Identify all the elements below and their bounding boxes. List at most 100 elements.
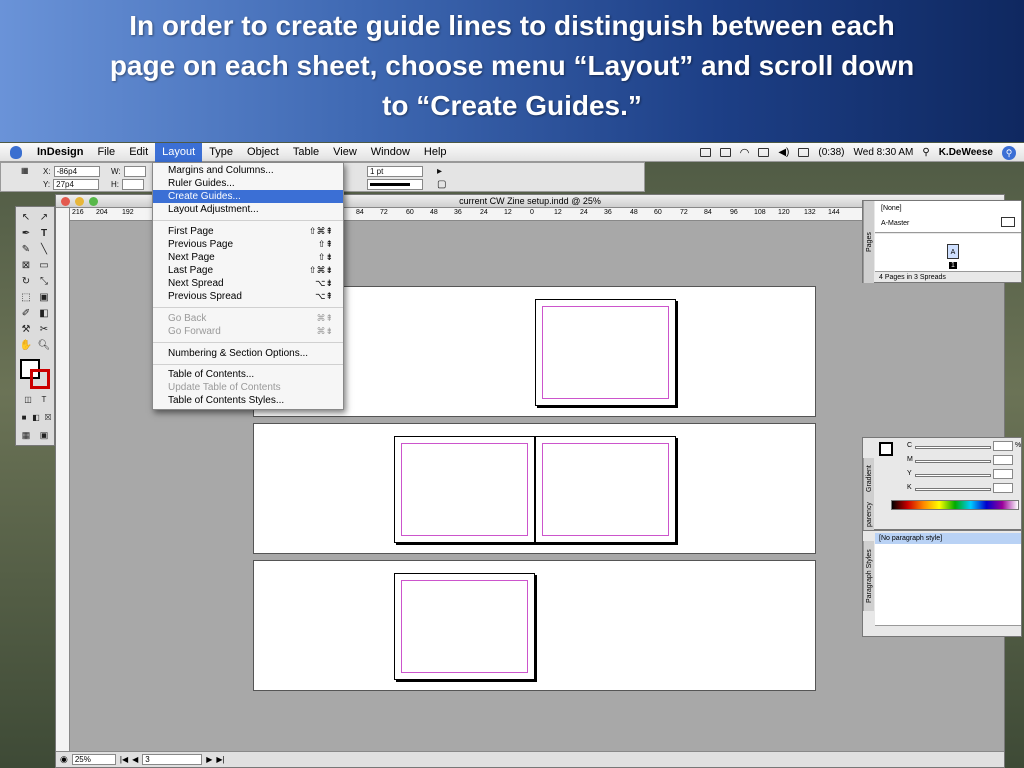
next-page-icon[interactable]: ▶ — [206, 755, 212, 764]
spotlight-icon[interactable]: ⚲ — [1002, 145, 1016, 160]
preview-view-icon[interactable]: ▣ — [36, 429, 52, 442]
first-page-icon[interactable]: |◀ — [120, 755, 128, 764]
clock[interactable]: Wed 8:30 AM — [854, 147, 914, 158]
a-master[interactable]: A-Master — [881, 220, 909, 227]
menu-item-first-page[interactable]: First Page ⇧⌘⇞ — [153, 225, 343, 238]
close-button[interactable] — [61, 197, 70, 206]
menu-item-ruler-guides[interactable]: Ruler Guides... — [153, 177, 343, 190]
preview-mode-icon[interactable]: ◉ — [60, 754, 68, 765]
none-master[interactable]: [None] — [881, 205, 902, 212]
eyedropper-tool-icon[interactable]: ✐ — [18, 307, 34, 320]
h-field[interactable] — [122, 179, 144, 190]
spread-3[interactable] — [253, 560, 816, 691]
user-name[interactable]: K.DeWeese — [939, 147, 993, 158]
menu-item-layout-adjustment[interactable]: Layout Adjustment... — [153, 203, 343, 216]
free-transform-tool-icon[interactable]: ⬚ — [18, 291, 34, 304]
menu-window[interactable]: Window — [364, 143, 417, 162]
reference-point-icon[interactable]: ▦ — [21, 166, 29, 175]
fast-user-switch-icon[interactable]: ⚲ — [922, 147, 929, 158]
vertical-ruler[interactable] — [56, 208, 70, 751]
value-c[interactable] — [993, 441, 1013, 451]
button-tool-icon[interactable]: ◧ — [36, 307, 52, 320]
spread-2[interactable] — [253, 423, 816, 554]
value-k[interactable] — [993, 483, 1013, 493]
menu-item-next-page[interactable]: Next Page ⇧⇟ — [153, 251, 343, 264]
apple-menu-icon[interactable] — [10, 145, 22, 159]
formatting-container-icon[interactable]: ◫ — [20, 393, 36, 406]
stroke-type-select[interactable] — [367, 179, 423, 190]
app-menu[interactable]: InDesign — [30, 143, 90, 162]
normal-view-icon[interactable]: ▦ — [18, 429, 34, 442]
slider-y[interactable] — [915, 474, 991, 477]
page-thumbnail[interactable]: A — [947, 244, 959, 259]
prev-page-icon[interactable]: ◀ — [132, 755, 138, 764]
selection-tool-icon[interactable]: ↖ — [18, 211, 34, 224]
scale-tool-icon[interactable]: ⤡ — [36, 275, 52, 288]
volume-icon[interactable]: ◀) — [778, 147, 789, 158]
menu-item-toc-styles[interactable]: Table of Contents Styles... — [153, 394, 343, 407]
menu-table[interactable]: Table — [286, 143, 326, 162]
tab-gradient[interactable]: Gradient — [863, 458, 874, 500]
tab-pages[interactable]: Pages — [863, 201, 874, 283]
zoom-button[interactable] — [89, 197, 98, 206]
page[interactable] — [394, 573, 535, 680]
line-tool-icon[interactable]: ╲ — [36, 243, 52, 256]
gradient-tool-icon[interactable]: ▣ — [36, 291, 52, 304]
bluetooth-icon[interactable] — [719, 148, 731, 157]
menu-object[interactable]: Object — [240, 143, 286, 162]
menu-layout[interactable]: Layout — [155, 142, 203, 162]
paragraph-style-item[interactable]: [No paragraph style] — [875, 533, 1021, 544]
zoom-tool-icon[interactable]: 🔍︎ — [36, 339, 52, 352]
menu-item-create-guides[interactable]: Create Guides... — [153, 190, 343, 203]
stroke-swatch[interactable] — [30, 369, 50, 389]
display-icon[interactable] — [758, 148, 770, 157]
w-field[interactable] — [123, 166, 146, 177]
slider-c[interactable] — [915, 446, 991, 449]
menu-item-previous-spread[interactable]: Previous Spread ⌥⇞ — [153, 290, 343, 303]
menu-item-previous-page[interactable]: Previous Page ⇧⇞ — [153, 238, 343, 251]
menu-type[interactable]: Type — [202, 143, 240, 162]
hand-tool-icon[interactable]: ✋ — [18, 339, 34, 352]
play-icon[interactable]: ▸ — [437, 166, 442, 177]
frame-fit-icon[interactable]: ▢ — [437, 179, 446, 190]
menu-edit[interactable]: Edit — [122, 143, 155, 162]
y-field[interactable]: 27p4 — [53, 179, 100, 190]
scissors-tool-icon[interactable]: ✂ — [36, 323, 52, 336]
menu-item-last-page[interactable]: Last Page ⇧⌘⇟ — [153, 264, 343, 277]
color-ramp[interactable] — [891, 500, 1019, 510]
master-spread-icon[interactable] — [1001, 217, 1015, 227]
tab-transparency[interactable]: parency — [863, 500, 874, 530]
apply-none-icon[interactable]: ☒ — [40, 411, 56, 424]
value-y[interactable] — [993, 469, 1013, 479]
menu-item-next-spread[interactable]: Next Spread ⌥⇟ — [153, 277, 343, 290]
menu-item-toc[interactable]: Table of Contents... — [153, 368, 343, 381]
zoom-field[interactable]: 25% — [71, 754, 116, 765]
measure-tool-icon[interactable]: ⚒ — [18, 323, 34, 336]
value-m[interactable] — [993, 455, 1013, 465]
page[interactable] — [535, 436, 676, 543]
rectangle-tool-icon[interactable]: ▭ — [36, 259, 52, 272]
color-fill-swatch[interactable] — [879, 442, 893, 456]
rotate-tool-icon[interactable]: ↻ — [18, 275, 34, 288]
page-field[interactable]: 3 — [142, 754, 203, 765]
pen-tool-icon[interactable]: ✒ — [18, 227, 34, 240]
stroke-weight-field[interactable]: 1 pt — [367, 166, 423, 177]
formatting-text-icon[interactable]: T — [36, 393, 52, 406]
slider-m[interactable] — [915, 460, 991, 463]
frame-tool-icon[interactable]: ⊠ — [18, 259, 34, 272]
script-menu-icon[interactable] — [699, 148, 711, 157]
type-tool-icon[interactable]: T — [36, 227, 52, 240]
battery-icon[interactable] — [798, 148, 810, 157]
menu-view[interactable]: View — [326, 143, 364, 162]
pencil-tool-icon[interactable]: ✎ — [18, 243, 34, 256]
menu-item-numbering-section[interactable]: Numbering & Section Options... — [153, 347, 343, 360]
menu-help[interactable]: Help — [417, 143, 454, 162]
minimize-button[interactable] — [75, 197, 84, 206]
last-page-icon[interactable]: ▶| — [216, 755, 224, 764]
menu-file[interactable]: File — [90, 143, 122, 162]
page[interactable] — [535, 299, 676, 406]
menu-item-margins-columns[interactable]: Margins and Columns... — [153, 164, 343, 177]
x-field[interactable]: -86p4 — [53, 166, 100, 177]
tab-paragraph-styles[interactable]: Paragraph Styles — [863, 541, 874, 611]
direct-selection-tool-icon[interactable]: ↗ — [36, 211, 52, 224]
